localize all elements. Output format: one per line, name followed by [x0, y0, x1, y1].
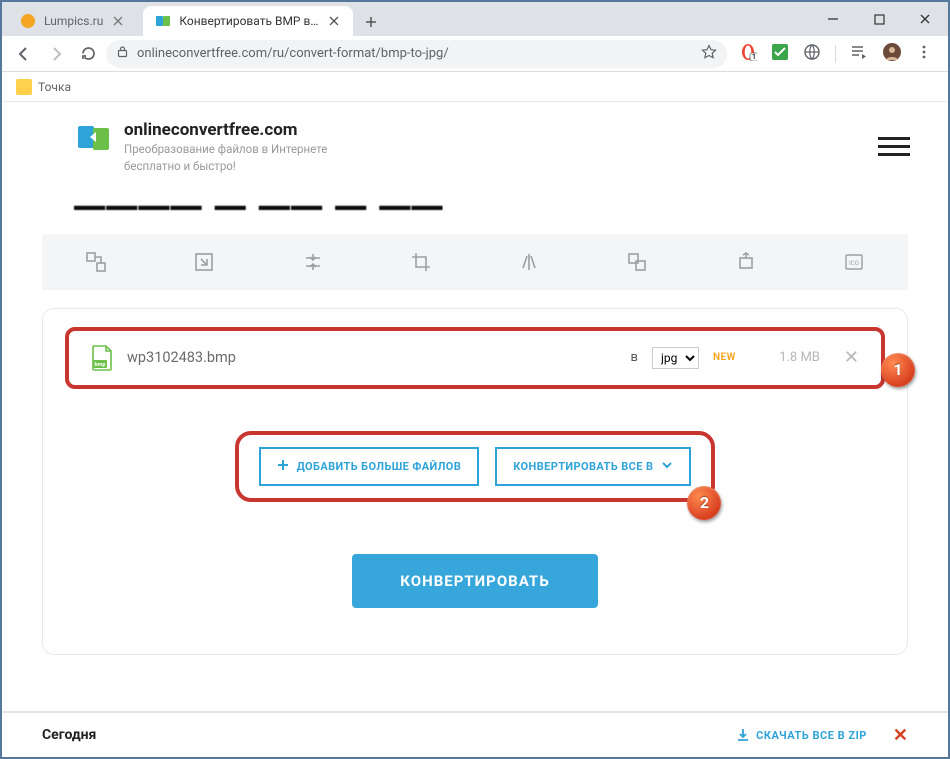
plus-icon: [277, 459, 289, 474]
address-bar[interactable]: onlineconvertfree.com/ru/convert-format/…: [106, 40, 727, 68]
action-row: ДОБАВИТЬ БОЛЬШЕ ФАЙЛОВ КОНВЕРТИРОВАТЬ ВС…: [65, 431, 885, 502]
tool-expand-icon[interactable]: [150, 234, 258, 290]
bookmarks-bar: Точка: [2, 72, 948, 102]
file-name: wp3102483.bmp: [127, 349, 236, 366]
tool-ico-icon[interactable]: ICO: [800, 234, 908, 290]
close-window-button[interactable]: [902, 2, 948, 36]
forward-button[interactable]: [42, 40, 70, 68]
hamburger-menu[interactable]: [878, 131, 910, 163]
format-select[interactable]: jpg: [652, 347, 699, 369]
lock-icon: [116, 45, 129, 62]
new-tab-button[interactable]: [357, 8, 385, 36]
to-label: в: [631, 350, 638, 365]
star-icon[interactable]: [701, 44, 717, 64]
divider: [835, 45, 836, 63]
callout-marker-2: 2: [687, 486, 721, 520]
footer-today-label: Сегодня: [42, 727, 96, 743]
tool-flip-icon[interactable]: [475, 234, 583, 290]
url-text: onlineconvertfree.com/ru/convert-format/…: [137, 46, 449, 61]
menu-icon[interactable]: [916, 44, 932, 64]
site-tagline-1: Преобразование файлов в Интернете: [124, 142, 327, 157]
svg-text:ICO: ICO: [849, 260, 859, 267]
maximize-button[interactable]: [856, 2, 902, 36]
site-tagline-2: бесплатно и быстро!: [124, 159, 327, 174]
download-zip-label: СКАЧАТЬ ВСЕ В ZIP: [756, 729, 867, 742]
add-more-label: ДОБАВИТЬ БОЛЬШЕ ФАЙЛОВ: [297, 460, 462, 473]
tab-title: Конвертировать BMP в JPG онл: [179, 14, 319, 28]
site-logo[interactable]: onlineconvertfree.com Преобразование фай…: [76, 120, 327, 174]
remove-file-button[interactable]: ✕: [844, 347, 859, 368]
callout-marker-1: 1: [881, 353, 915, 387]
convert-all-label: КОНВЕРТИРОВАТЬ ВСЕ В: [513, 460, 653, 473]
chevron-down-icon: [661, 459, 673, 474]
tool-merge-icon[interactable]: [583, 234, 691, 290]
file-panel: bmp wp3102483.bmp в jpg NEW 1.8 MB ✕ 1 Д…: [42, 308, 908, 655]
playlist-icon[interactable]: [850, 43, 868, 65]
extension-icons: 1: [731, 42, 940, 66]
page-viewport: onlineconvertfree.com Преобразование фай…: [2, 102, 948, 757]
opera-ext-icon[interactable]: 1: [739, 43, 757, 65]
folder-icon: [16, 79, 32, 95]
action-border: ДОБАВИТЬ БОЛЬШЕ ФАЙЛОВ КОНВЕРТИРОВАТЬ ВС…: [235, 431, 716, 502]
bookmark-item[interactable]: Точка: [38, 80, 71, 94]
tools-bar: ICO: [42, 234, 908, 290]
bmp-file-icon: bmp: [91, 345, 113, 371]
tab-onlineconvertfree[interactable]: Конвертировать BMP в JPG онл: [143, 6, 353, 36]
tool-compress-icon[interactable]: [259, 234, 367, 290]
reload-button[interactable]: [74, 40, 102, 68]
svg-text:bmp: bmp: [95, 362, 106, 368]
svg-text:1: 1: [752, 53, 756, 61]
convert-all-to-button[interactable]: КОНВЕРТИРОВАТЬ ВСЕ В: [495, 447, 691, 486]
footer-close-button[interactable]: ✕: [893, 725, 908, 746]
site-name: onlineconvertfree.com: [124, 120, 298, 140]
footer-bar: Сегодня СКАЧАТЬ ВСЕ В ZIP ✕: [2, 711, 948, 757]
file-row: bmp wp3102483.bmp в jpg NEW 1.8 MB ✕: [65, 327, 885, 389]
logo-icon: [76, 120, 112, 156]
close-icon[interactable]: [327, 14, 341, 28]
add-more-files-button[interactable]: ДОБАВИТЬ БОЛЬШЕ ФАЙЛОВ: [259, 447, 480, 486]
new-badge: NEW: [713, 352, 736, 363]
tool-crop-icon[interactable]: [367, 234, 475, 290]
file-size: 1.8 MB: [750, 350, 820, 365]
tab-lumpics[interactable]: Lumpics.ru: [8, 6, 137, 36]
globe-ext-icon[interactable]: [803, 43, 821, 65]
tab-title: Lumpics.ru: [44, 14, 103, 28]
tool-resize-icon[interactable]: [42, 234, 150, 290]
titlebar: Lumpics.ru Конвертировать BMP в JPG онл: [2, 2, 948, 36]
back-button[interactable]: [10, 40, 38, 68]
convert-button[interactable]: КОНВЕРТИРОВАТЬ: [352, 554, 597, 608]
favicon-lumpics: [20, 13, 36, 29]
check-ext-icon[interactable]: [771, 43, 789, 65]
avatar[interactable]: [882, 42, 902, 66]
window-controls: [810, 2, 948, 36]
page-heading-clipped: ▄▄▄▄ ▄ ▄▄ ▄ ▄▄: [2, 180, 948, 210]
download-all-zip-button[interactable]: СКАЧАТЬ ВСЕ В ZIP: [736, 728, 867, 742]
tool-rotate-icon[interactable]: [692, 234, 800, 290]
favicon-onlineconvertfree: [155, 13, 171, 29]
close-icon[interactable]: [111, 14, 125, 28]
browser-toolbar: onlineconvertfree.com/ru/convert-format/…: [2, 36, 948, 72]
site-header: onlineconvertfree.com Преобразование фай…: [2, 102, 948, 186]
minimize-button[interactable]: [810, 2, 856, 36]
